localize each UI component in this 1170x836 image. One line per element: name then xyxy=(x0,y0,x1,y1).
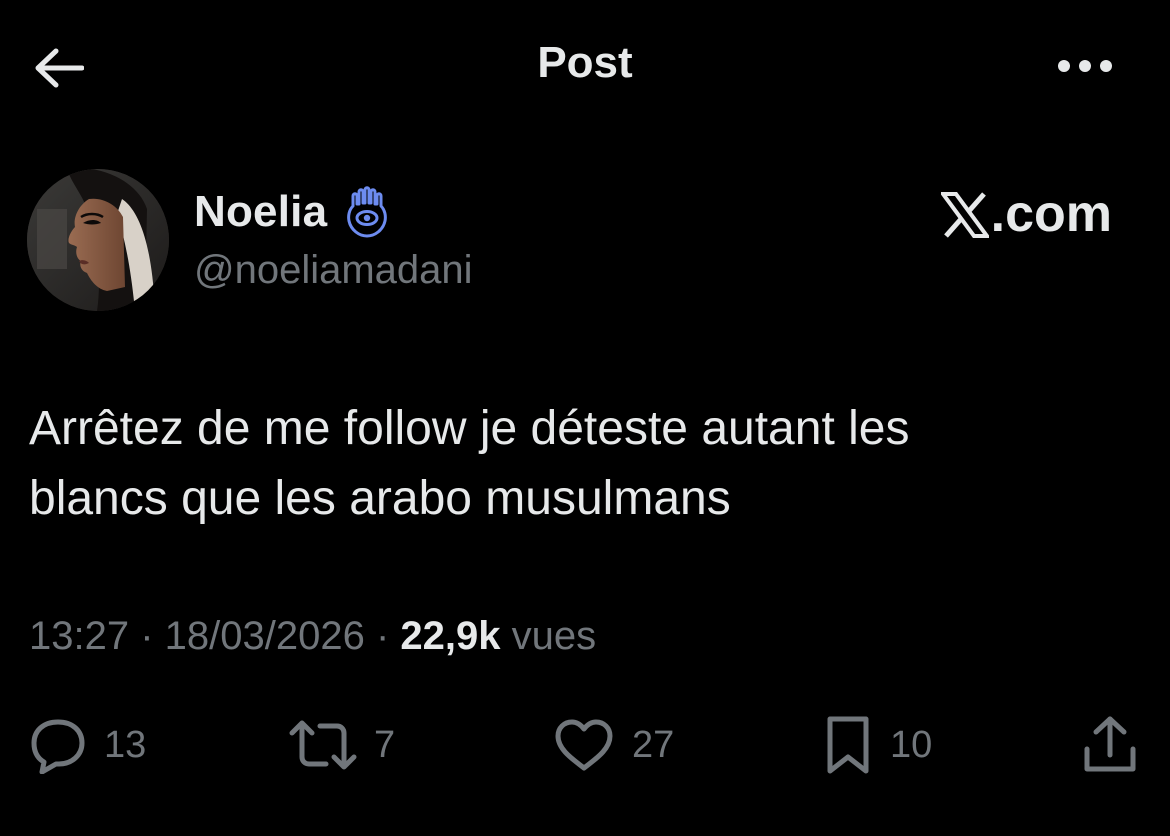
bookmark-button[interactable]: 10 xyxy=(822,712,932,778)
avatar-image xyxy=(27,169,169,311)
share-button[interactable] xyxy=(1082,712,1138,778)
tweet-time[interactable]: 13:27 xyxy=(29,614,129,658)
heart-icon xyxy=(555,719,613,771)
views-count[interactable]: 22,9k xyxy=(400,614,500,658)
page-title: Post xyxy=(537,38,633,87)
more-options-button[interactable] xyxy=(1050,44,1120,88)
repost-icon xyxy=(289,720,357,770)
like-count: 27 xyxy=(632,723,675,766)
meta-separator: · xyxy=(364,614,401,658)
brand-label: .com xyxy=(990,185,1112,243)
avatar[interactable] xyxy=(27,169,169,311)
more-horizontal-icon xyxy=(1058,60,1112,72)
meta-separator: · xyxy=(129,614,165,658)
reply-button[interactable]: 13 xyxy=(28,712,146,778)
brand-watermark: .com xyxy=(938,185,1112,243)
author-name[interactable]: Noelia xyxy=(194,187,327,237)
tweet-text-line: Arrêtez de me follow je déteste autant l… xyxy=(29,402,910,455)
share-icon xyxy=(1084,716,1136,772)
bookmark-count: 10 xyxy=(890,723,933,766)
tweet-date[interactable]: 18/03/2026 xyxy=(165,614,365,658)
reply-count: 13 xyxy=(104,723,147,766)
tweet-text: Arrêtez de me follow je déteste autant l… xyxy=(29,394,1139,534)
tweet-meta: 13:27 · 18/03/2026 · 22,9k vues xyxy=(29,614,596,659)
tweet-text-line: blancs que les arabo musulmans xyxy=(29,472,731,525)
like-button[interactable]: 27 xyxy=(552,712,674,778)
x-logo-icon xyxy=(938,191,991,238)
repost-count: 7 xyxy=(374,723,396,766)
reply-icon xyxy=(31,719,85,774)
bookmark-icon xyxy=(827,716,869,774)
author-name-row: Noelia xyxy=(194,186,393,238)
views-label: vues xyxy=(500,614,597,658)
repost-button[interactable]: 7 xyxy=(288,712,395,778)
top-bar: Post xyxy=(0,0,1170,130)
back-button[interactable] xyxy=(30,42,86,94)
arrow-left-icon xyxy=(35,48,84,88)
action-bar: 13 7 27 10 xyxy=(0,712,1170,778)
author-handle[interactable]: @noeliamadani xyxy=(194,248,473,293)
hamsa-icon xyxy=(341,186,393,238)
